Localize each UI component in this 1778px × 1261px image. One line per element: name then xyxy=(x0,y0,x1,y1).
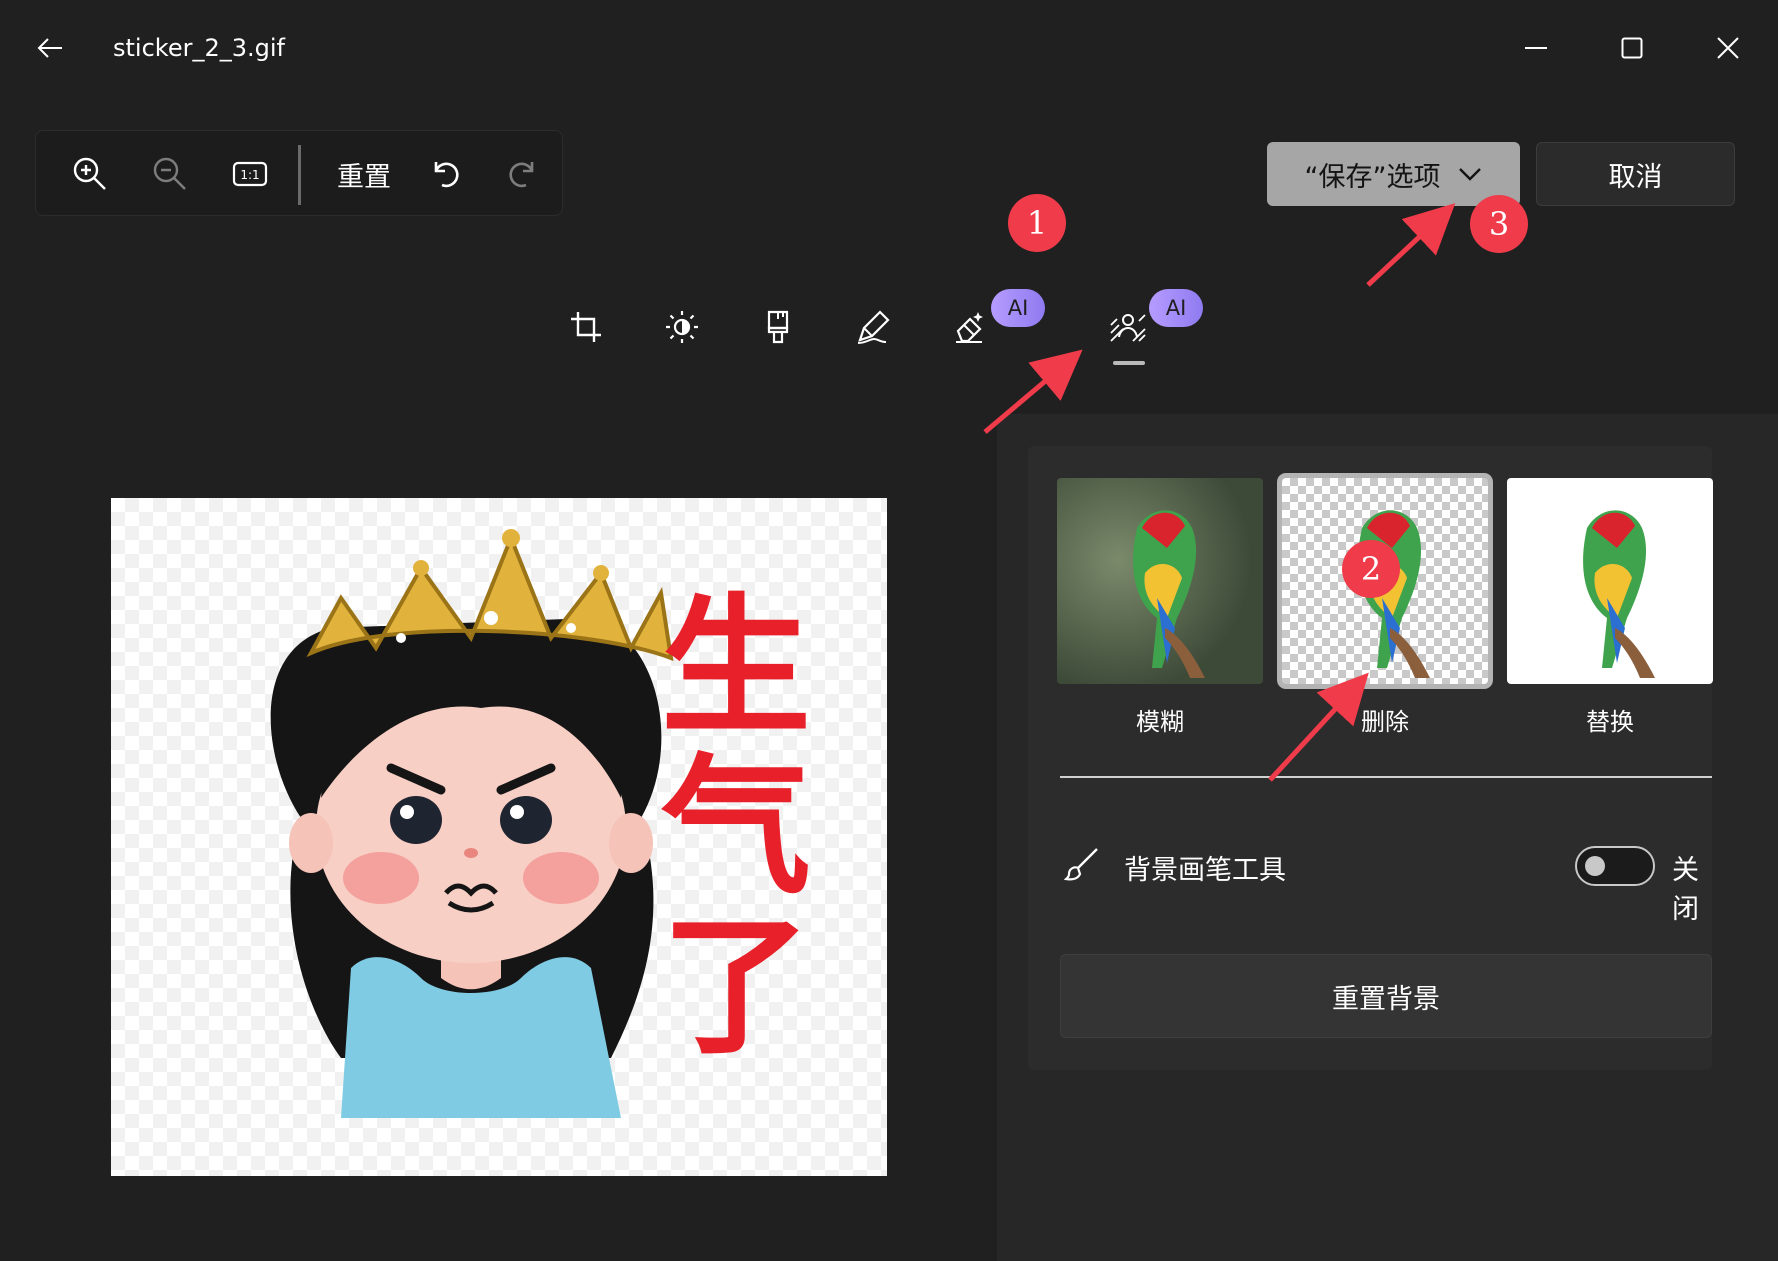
option-label: 删除 xyxy=(1361,708,1409,736)
actual-size-icon: 1:1 xyxy=(232,161,268,187)
back-button[interactable] xyxy=(30,28,70,68)
undo-icon xyxy=(434,162,459,188)
title-bar: sticker_2_3.gif xyxy=(0,0,1778,96)
window-title: sticker_2_3.gif xyxy=(113,34,285,62)
background-brush-row: 背景画笔工具 关闭 xyxy=(1060,834,1712,925)
redo-icon xyxy=(509,162,534,188)
crop-icon xyxy=(571,312,601,342)
option-label: 模糊 xyxy=(1136,708,1184,736)
zoom-in-icon xyxy=(73,157,106,190)
save-options-button[interactable]: “保存”选项 xyxy=(1267,142,1520,206)
adjust-brightness-icon xyxy=(666,311,698,343)
annotation-marker: 3 xyxy=(1470,195,1528,253)
close-icon xyxy=(1717,37,1739,59)
save-options-label: “保存”选项 xyxy=(1304,161,1441,193)
markup-pen-icon xyxy=(857,310,890,344)
blur-thumbnail[interactable] xyxy=(1057,478,1263,684)
option-label: 替换 xyxy=(1586,708,1634,736)
tool-adjust[interactable] xyxy=(655,300,709,354)
tool-filter[interactable] xyxy=(751,300,805,354)
tool-crop[interactable] xyxy=(559,300,613,354)
reset-background-label: 重置背景 xyxy=(1332,983,1440,1015)
sticker-char: 了 xyxy=(660,901,811,1075)
ai-badge: AI xyxy=(991,289,1045,327)
parrot-image xyxy=(1583,510,1655,678)
redo-button[interactable] xyxy=(494,149,550,199)
cancel-label: 取消 xyxy=(1608,161,1663,193)
cancel-button[interactable]: 取消 xyxy=(1536,142,1735,206)
maximize-button[interactable] xyxy=(1607,24,1657,72)
actual-size-button[interactable]: 1:1 xyxy=(222,149,278,199)
zoom-toolbar: 1:1 重置 xyxy=(35,130,563,216)
annotation-marker: 2 xyxy=(1342,540,1400,598)
zoom-in-button[interactable] xyxy=(62,149,118,199)
tool-markup[interactable] xyxy=(847,300,901,354)
generative-erase-icon xyxy=(956,312,983,343)
brush-toggle-label: 关闭 xyxy=(1672,855,1699,925)
filter-brush-icon xyxy=(767,310,789,344)
toolbar-divider xyxy=(298,145,301,205)
zoom-out-icon xyxy=(153,157,186,190)
background-icon xyxy=(1110,314,1146,342)
reset-button[interactable]: 重置 xyxy=(322,149,406,199)
selected-tool-indicator xyxy=(1113,361,1145,365)
minimize-button[interactable] xyxy=(1511,24,1561,72)
chevron-down-icon xyxy=(1459,168,1482,181)
sticker-caption: 生 气 了 xyxy=(656,588,816,1068)
zoom-out-button[interactable] xyxy=(142,149,198,199)
image-canvas[interactable]: 生 气 了 xyxy=(111,498,887,1176)
sticker-char: 气 xyxy=(660,741,811,915)
reset-label: 重置 xyxy=(337,161,391,193)
minimize-icon xyxy=(1525,47,1547,49)
tool-generative-erase[interactable] xyxy=(943,300,997,354)
reset-background-button[interactable]: 重置背景 xyxy=(1060,954,1712,1038)
annotation-arrow xyxy=(1366,203,1456,287)
undo-button[interactable] xyxy=(418,149,474,199)
replace-thumbnail[interactable] xyxy=(1507,478,1713,684)
sticker-char: 生 xyxy=(660,581,811,755)
photos-editor-window: sticker_2_3.gif 1:1 重置 “保存”选项 取消 AI AI 生… xyxy=(0,0,1778,1261)
brush-toggle[interactable] xyxy=(1575,846,1655,886)
maximize-icon xyxy=(1621,37,1643,59)
actual-size-text: 1:1 xyxy=(240,168,259,182)
paintbrush-icon xyxy=(1064,848,1098,881)
arrow-left-icon xyxy=(37,38,62,58)
annotation-marker: 1 xyxy=(1008,194,1066,252)
parrot-image xyxy=(1133,510,1205,678)
tool-background[interactable] xyxy=(1101,300,1155,354)
ai-badge: AI xyxy=(1149,289,1203,327)
close-button[interactable] xyxy=(1703,24,1753,72)
brush-tool-label: 背景画笔工具 xyxy=(1124,855,1286,886)
toggle-knob xyxy=(1585,856,1605,876)
panel-divider xyxy=(1060,776,1712,778)
